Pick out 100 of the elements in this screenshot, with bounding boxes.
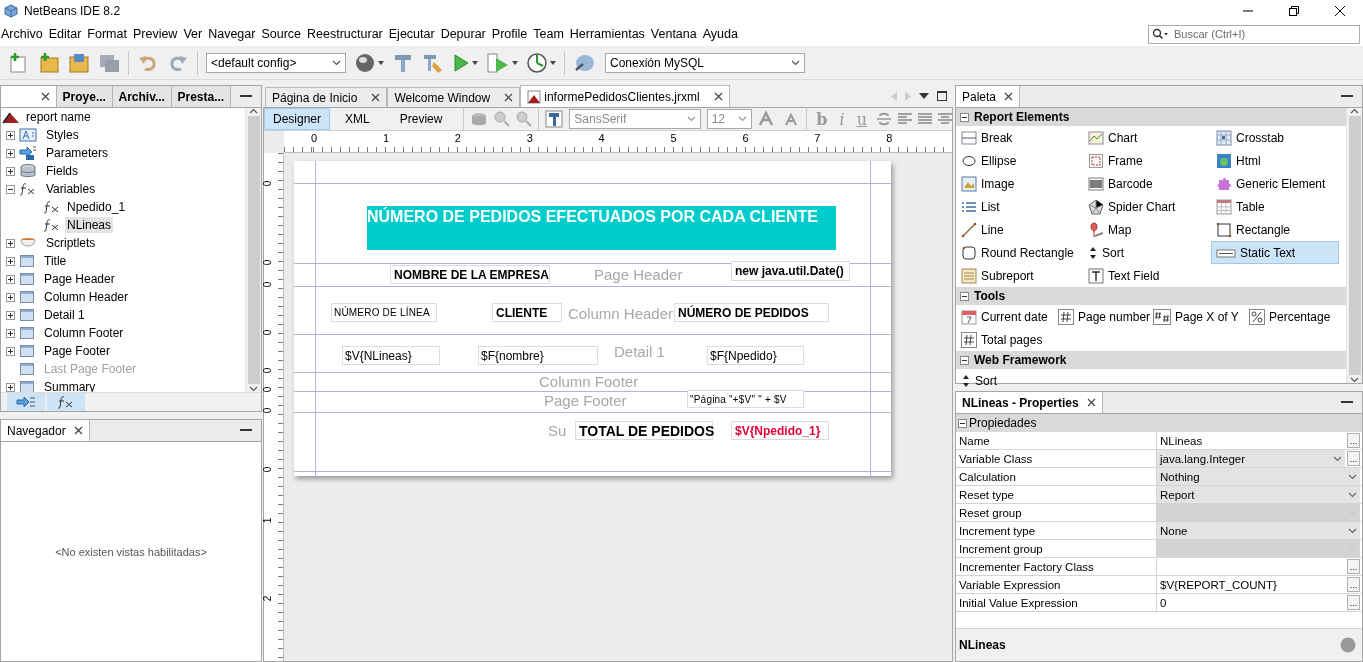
tree-item[interactable]: Summary xyxy=(42,379,98,395)
expand-icon[interactable] xyxy=(6,310,15,320)
palette-item[interactable]: Text Field xyxy=(1083,264,1211,287)
palette-item[interactable]: Sort xyxy=(956,369,1083,392)
mode-tab[interactable]: XML xyxy=(330,108,385,130)
search-field[interactable]: Buscar (Ctrl+I) xyxy=(1148,24,1360,44)
palette-item[interactable]: Ellipse xyxy=(956,149,1083,172)
browse-button[interactable]: ... xyxy=(1347,433,1360,448)
close-icon[interactable] xyxy=(41,92,50,101)
globe-button[interactable] xyxy=(354,51,384,74)
expand-icon[interactable] xyxy=(6,166,15,176)
section-header[interactable]: Web Framework xyxy=(956,351,1346,369)
mode-tab[interactable]: Designer xyxy=(264,108,331,130)
editor-tab[interactable]: Página de Inicio xyxy=(265,87,388,107)
browse-button[interactable]: ... xyxy=(1347,451,1360,466)
section-header[interactable]: Report Elements xyxy=(956,108,1346,126)
palette-item[interactable]: Static Text xyxy=(1211,241,1339,264)
palette-item[interactable]: Frame xyxy=(1083,149,1211,172)
close-icon[interactable] xyxy=(713,92,723,101)
tree-item[interactable]: Column Header xyxy=(42,289,131,305)
scrollbar[interactable] xyxy=(245,108,261,392)
palette-item[interactable]: Html xyxy=(1211,149,1339,172)
palette-item[interactable]: Map xyxy=(1083,218,1211,241)
browse-button[interactable]: ... xyxy=(1347,559,1360,574)
editor-tab[interactable]: informePedidosClientes.jrxml xyxy=(520,85,730,107)
static-text[interactable]: CLIENTE xyxy=(492,303,562,322)
expand-icon[interactable] xyxy=(6,256,15,266)
palette-item[interactable]: Sort xyxy=(1083,241,1211,264)
tree-item[interactable]: Npedido_1 xyxy=(65,199,128,215)
expand-icon[interactable] xyxy=(6,382,15,392)
tree-item[interactable]: Detail 1 xyxy=(42,307,87,323)
section-header[interactable]: Tools xyxy=(956,287,1346,305)
static-text[interactable]: "Página "+$V" " + $V xyxy=(687,390,804,408)
menu-item[interactable]: Source xyxy=(260,27,305,41)
palette-item[interactable]: Image xyxy=(956,172,1083,195)
palette-item[interactable]: List xyxy=(956,195,1083,218)
panel-tab[interactable]: Presta... xyxy=(171,86,232,107)
menu-item[interactable]: Editar xyxy=(47,27,85,41)
palette-item[interactable]: Round Rectangle xyxy=(956,241,1083,264)
static-text[interactable]: new java.util.Date() xyxy=(731,261,850,281)
palette-item[interactable]: Spider Chart xyxy=(1083,195,1211,218)
palette-item[interactable]: Barcode xyxy=(1083,172,1211,195)
text-field[interactable]: $F{nombre} xyxy=(478,346,598,365)
menu-item[interactable]: Navegar xyxy=(207,27,259,41)
menu-item[interactable]: Ejecutar xyxy=(387,27,438,41)
expand-icon[interactable] xyxy=(6,328,15,338)
scrollbar[interactable] xyxy=(1346,108,1362,383)
tree-item[interactable]: Column Footer xyxy=(42,325,126,341)
close-icon[interactable] xyxy=(504,93,514,102)
expand-icon[interactable] xyxy=(6,130,15,140)
config-dropdown[interactable]: <default config> xyxy=(206,52,346,73)
static-text[interactable]: NÚMERO DE PEDIDOS xyxy=(674,303,829,322)
new-project-button[interactable] xyxy=(38,51,60,74)
menu-item[interactable]: Preview xyxy=(131,27,181,41)
palette-item[interactable]: Chart xyxy=(1083,126,1211,149)
menu-item[interactable]: Reestructurar xyxy=(306,27,386,41)
connection-dropdown[interactable]: Conexión MySQL xyxy=(605,52,805,73)
text-field[interactable]: $V{NLineas} xyxy=(342,346,440,365)
panel-tab[interactable]: Navegador xyxy=(1,420,90,441)
menu-item[interactable]: Herramientas xyxy=(568,27,648,41)
tree-item[interactable]: Page Header xyxy=(42,271,117,287)
dropdown-icon[interactable] xyxy=(919,93,929,99)
menu-item[interactable]: Ayuda xyxy=(701,27,741,41)
static-text[interactable]: TOTAL DE PEDIDOS xyxy=(575,421,713,440)
debug-button[interactable] xyxy=(486,51,518,74)
menu-item[interactable]: Archivo xyxy=(0,27,46,41)
browse-button[interactable]: ... xyxy=(1347,595,1360,610)
palette-item[interactable]: Total pages xyxy=(956,328,1053,351)
close-icon[interactable] xyxy=(1086,398,1096,407)
text-field[interactable]: $F{Npedido} xyxy=(707,346,804,365)
tree-item[interactable]: Page Footer xyxy=(42,343,113,359)
palette-item[interactable]: Subreport xyxy=(956,264,1083,287)
panel-tab[interactable]: NLineas - Properties xyxy=(956,392,1103,413)
menu-item[interactable]: Depurar xyxy=(439,27,489,41)
expand-icon[interactable] xyxy=(6,292,15,302)
palette-item[interactable]: Crosstab xyxy=(1211,126,1339,149)
profile-button[interactable] xyxy=(526,51,556,74)
menu-item[interactable]: Team xyxy=(532,27,567,41)
menu-item[interactable]: Ver xyxy=(182,27,206,41)
property-dropdown[interactable]: Report xyxy=(1157,486,1360,503)
palette-item[interactable]: Current date xyxy=(956,305,1053,328)
palette-item[interactable]: Line xyxy=(956,218,1083,241)
browse-button[interactable]: ... xyxy=(1347,577,1360,592)
palette-item[interactable]: Table xyxy=(1211,195,1339,218)
palette-item[interactable]: Percentage xyxy=(1244,305,1340,328)
property-dropdown[interactable]: None xyxy=(1157,522,1360,539)
expand-icon[interactable] xyxy=(6,274,15,284)
tree-item[interactable]: NLineas xyxy=(65,217,114,233)
static-text[interactable]: $V{Npedido_1} xyxy=(731,421,829,440)
expand-icon[interactable] xyxy=(6,148,15,158)
search-input[interactable]: Buscar (Ctrl+I) xyxy=(1172,27,1342,41)
font-dropdown[interactable]: SansSerif xyxy=(569,109,701,129)
run-button[interactable] xyxy=(452,51,478,74)
tree-item[interactable]: Parameters xyxy=(44,145,111,161)
property-dropdown[interactable]: java.lang.Integer xyxy=(1157,450,1345,467)
static-text[interactable]: NOMBRE DE LA EMPRESA xyxy=(390,265,550,284)
tree-item[interactable]: Scriptlets xyxy=(44,235,98,251)
close-icon[interactable] xyxy=(1004,92,1014,101)
expand-icon[interactable] xyxy=(6,238,15,248)
palette-item[interactable]: Rectangle xyxy=(1211,218,1339,241)
